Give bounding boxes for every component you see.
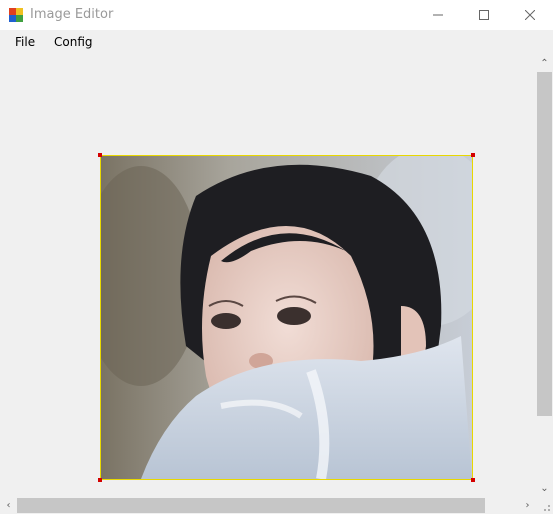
resize-handle-top-right[interactable] (471, 153, 475, 157)
menu-config[interactable]: Config (54, 35, 93, 49)
chevron-down-icon[interactable]: ⌄ (536, 480, 553, 497)
window-title: Image Editor (30, 7, 114, 22)
app-icon (9, 8, 23, 22)
portrait-photo (101, 156, 472, 479)
close-icon (525, 10, 535, 20)
vertical-scrollbar[interactable]: ⌃ ⌄ (536, 55, 553, 497)
size-grip-icon[interactable] (536, 497, 553, 514)
resize-handle-bottom-right[interactable] (471, 478, 475, 482)
minimize-button[interactable] (415, 0, 461, 30)
title-bar[interactable]: Image Editor (0, 0, 553, 30)
minimize-icon (433, 14, 443, 16)
chevron-left-icon[interactable]: ‹ (0, 497, 17, 514)
resize-handle-bottom-left[interactable] (98, 478, 102, 482)
horizontal-scrollbar[interactable]: ‹ › (0, 497, 536, 514)
chevron-up-icon[interactable]: ⌃ (536, 55, 553, 72)
horizontal-scroll-thumb[interactable] (17, 498, 485, 513)
vertical-scroll-thumb[interactable] (537, 72, 552, 416)
maximize-icon (479, 10, 489, 20)
chevron-right-icon[interactable]: › (519, 497, 536, 514)
menu-file[interactable]: File (15, 35, 35, 49)
menu-bar: File Config (0, 31, 553, 55)
image-editor-window: Image Editor File Config ⌃ ⌄ ‹ › (0, 0, 553, 514)
maximize-button[interactable] (461, 0, 507, 30)
image-selection[interactable] (100, 155, 473, 480)
resize-handle-top-left[interactable] (98, 153, 102, 157)
close-button[interactable] (507, 0, 553, 30)
